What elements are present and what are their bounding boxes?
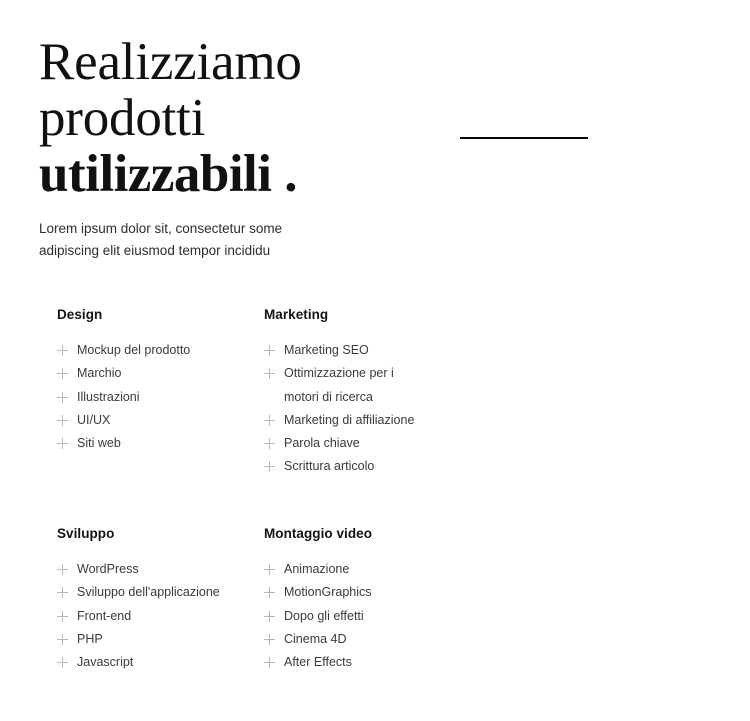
column-heading: Sviluppo — [57, 526, 115, 541]
list-item-label: After Effects — [284, 655, 352, 670]
list-item-label-line-1: Ottimizzazione per i — [284, 366, 394, 381]
services-grid: Design Mockup del prodotto Marchio Illus… — [57, 306, 677, 705]
list-item[interactable]: Marketing SEO — [264, 339, 474, 362]
plus-icon — [264, 461, 275, 473]
list-item-label: Marchio — [77, 366, 122, 381]
plus-icon — [57, 657, 68, 669]
list-item[interactable]: Ottimizzazione per i motori di ricerca — [264, 362, 474, 409]
plus-icon — [57, 414, 68, 426]
title-line-2: prodotti — [39, 89, 206, 147]
list-item-label: Ottimizzazione per i motori di ricerca — [284, 362, 474, 409]
column-heading: Design — [57, 307, 103, 322]
list-item[interactable]: Animazione — [264, 558, 474, 581]
plus-icon — [57, 438, 68, 450]
plus-icon — [264, 414, 275, 426]
subtitle-line-1: Lorem ipsum dolor sit, consectetur some — [39, 221, 283, 236]
plus-icon — [264, 657, 275, 669]
plus-icon — [57, 345, 68, 356]
list-item-label: Mockup del prodotto — [77, 343, 191, 357]
list-item[interactable]: Mockup del prodotto — [57, 339, 267, 362]
hero-section: Realizziamo prodotti utilizzabili . Lore… — [39, 34, 459, 258]
column-list: Marketing SEO Ottimizzazione per i motor… — [264, 339, 474, 479]
page-title: Realizziamo prodotti utilizzabili . — [39, 34, 459, 202]
column-list: WordPress Sviluppo dell'applicazione Fro… — [57, 558, 267, 674]
list-item-label: Sviluppo dell'applicazione — [77, 585, 220, 600]
list-item-label: Scrittura articolo — [284, 459, 375, 474]
list-item-label: Siti web — [77, 436, 121, 451]
plus-icon — [264, 345, 275, 356]
list-item[interactable]: Illustrazioni — [57, 386, 267, 409]
plus-icon — [264, 368, 275, 380]
list-item-label: Front-end — [77, 608, 132, 623]
column-heading: Montaggio video — [264, 526, 372, 541]
plus-icon — [57, 633, 68, 645]
list-item-label: Animazione — [284, 562, 350, 576]
list-item[interactable]: Siti web — [57, 432, 267, 455]
list-item[interactable]: MotionGraphics — [264, 581, 474, 604]
plus-icon — [57, 368, 68, 380]
services-column-sviluppo: Sviluppo WordPress Sviluppo dell'applica… — [57, 525, 267, 674]
services-column-montaggio-video: Montaggio video Animazione MotionGraphic… — [264, 525, 474, 674]
hero-subtitle: Lorem ipsum dolor sit, consectetur some … — [39, 218, 369, 262]
plus-icon — [57, 587, 68, 599]
plus-icon — [264, 564, 275, 575]
list-item[interactable]: Javascript — [57, 651, 267, 674]
list-item[interactable]: WordPress — [57, 558, 267, 581]
subtitle-line-2: adipiscing elit eiusmod tempor incididu — [39, 243, 271, 258]
list-item-label: Marketing SEO — [284, 343, 369, 357]
plus-icon — [57, 610, 68, 622]
title-line-3: utilizzabili . — [39, 145, 298, 203]
plus-icon — [264, 610, 275, 622]
list-item-label: UI/UX — [77, 412, 111, 427]
horizontal-rule-divider — [460, 137, 588, 139]
list-item[interactable]: Parola chiave — [264, 432, 474, 455]
list-item[interactable]: Scrittura articolo — [264, 455, 474, 478]
plus-icon — [264, 587, 275, 599]
plus-icon — [264, 438, 275, 450]
list-item-label: MotionGraphics — [284, 585, 372, 600]
plus-icon — [57, 564, 68, 575]
column-heading: Marketing — [264, 307, 329, 322]
list-item-label: PHP — [77, 631, 103, 646]
list-item[interactable]: UI/UX — [57, 409, 267, 432]
title-line-1: Realizziamo — [39, 33, 302, 91]
services-row-2: Sviluppo WordPress Sviluppo dell'applica… — [57, 525, 677, 705]
list-item-label: Marketing di affiliazione — [284, 412, 415, 427]
services-column-marketing: Marketing Marketing SEO Ottimizzazione p… — [264, 306, 474, 479]
list-item[interactable]: After Effects — [264, 651, 474, 674]
list-item[interactable]: Dopo gli effetti — [264, 605, 474, 628]
list-item[interactable]: Marchio — [57, 362, 267, 385]
services-column-design: Design Mockup del prodotto Marchio Illus… — [57, 306, 267, 455]
page-root: Realizziamo prodotti utilizzabili . Lore… — [0, 0, 750, 721]
list-item-label: Javascript — [77, 655, 134, 670]
list-item[interactable]: Sviluppo dell'applicazione — [57, 581, 267, 604]
list-item-label: Illustrazioni — [77, 389, 140, 404]
list-item[interactable]: Cinema 4D — [264, 628, 474, 651]
column-list: Mockup del prodotto Marchio Illustrazion… — [57, 339, 267, 455]
list-item[interactable]: PHP — [57, 628, 267, 651]
list-item[interactable]: Marketing di affiliazione — [264, 409, 474, 432]
list-item-label-line-2: motori di ricerca — [284, 389, 373, 404]
column-list: Animazione MotionGraphics Dopo gli effet… — [264, 558, 474, 674]
list-item-label: Cinema 4D — [284, 631, 347, 646]
list-item-label: Dopo gli effetti — [284, 608, 364, 623]
plus-icon — [264, 633, 275, 645]
list-item-label: Parola chiave — [284, 436, 360, 451]
plus-icon — [57, 391, 68, 403]
list-item-label: WordPress — [77, 562, 139, 576]
list-item[interactable]: Front-end — [57, 605, 267, 628]
services-row-1: Design Mockup del prodotto Marchio Illus… — [57, 306, 677, 511]
